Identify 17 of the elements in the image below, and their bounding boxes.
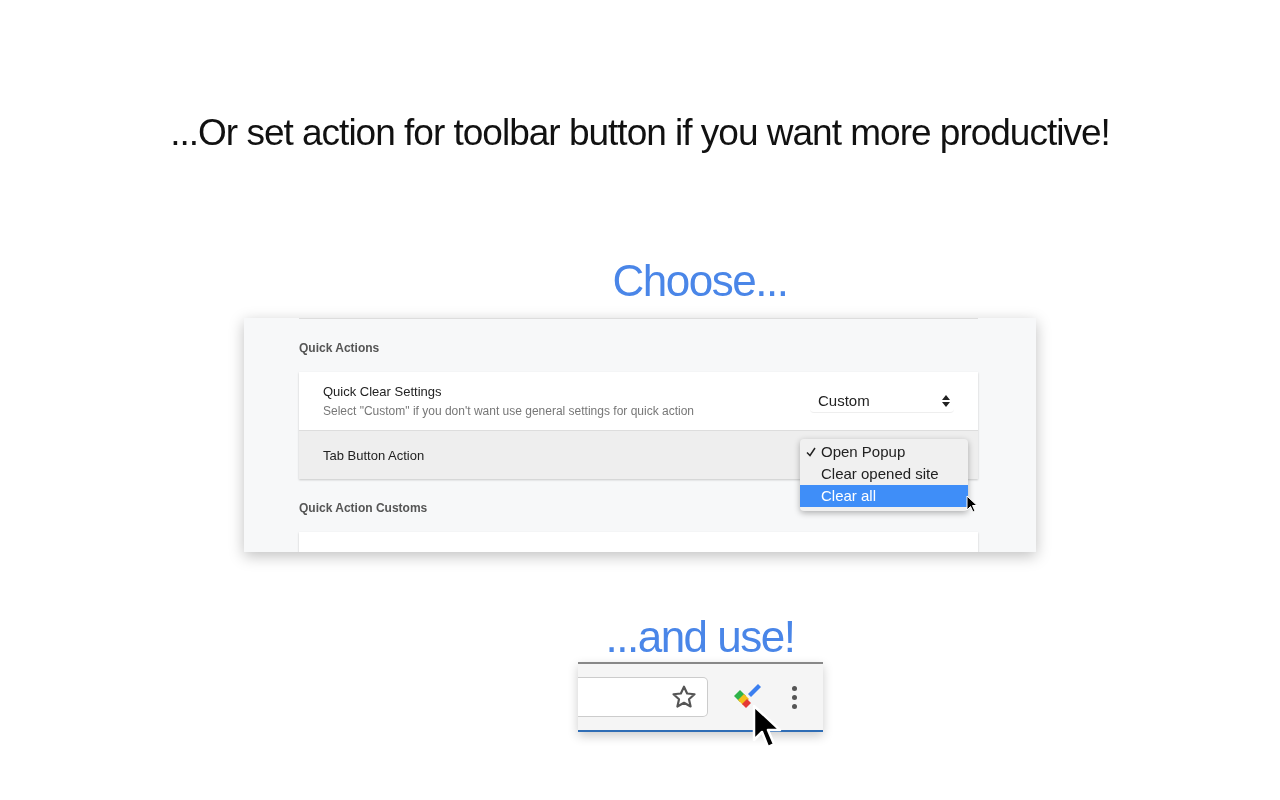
select-field[interactable]: Custom (810, 389, 954, 413)
menu-item[interactable]: Open Popup (800, 441, 968, 463)
star-icon[interactable] (670, 684, 697, 710)
setting-label: Tab Button Action (323, 447, 425, 463)
address-field[interactable] (577, 677, 708, 717)
caption: ...and use! (605, 611, 795, 663)
section-title: Quick Actions (299, 341, 380, 355)
setting-description: Select "Custom" if you don't want use general settings for quick action (323, 404, 694, 418)
section-title: Quick Action Customs (299, 501, 428, 515)
caption: Choose... (612, 255, 788, 307)
updown-icon (942, 393, 950, 408)
checkmark-icon (805, 447, 816, 457)
menu-icon[interactable] (791, 685, 797, 709)
cursor-icon (966, 495, 978, 513)
headline: ...Or set action for toolbar button if you want more productive! (170, 111, 1110, 155)
menu-item[interactable]: Clear opened site (800, 463, 968, 485)
setting-label: Quick Clear Settings (323, 384, 443, 399)
